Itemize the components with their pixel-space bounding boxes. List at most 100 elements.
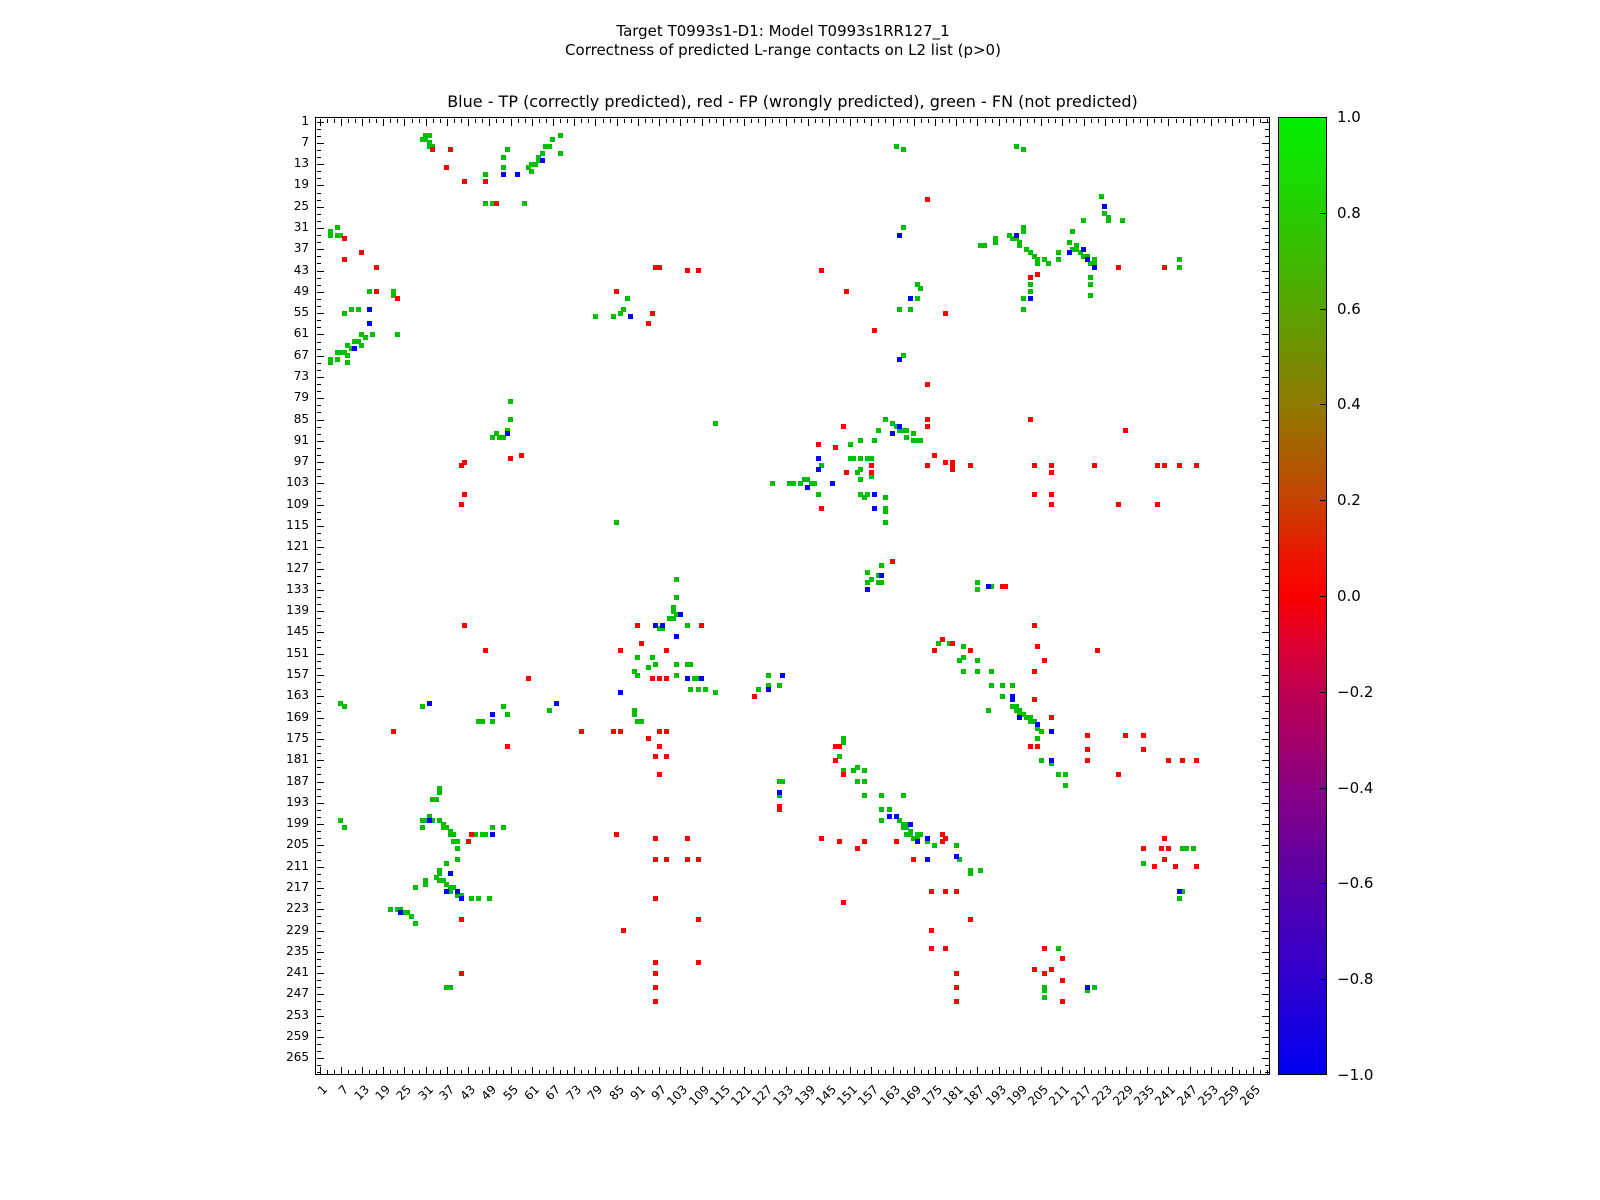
axis-tick xyxy=(1239,1070,1240,1074)
data-point xyxy=(657,744,662,749)
data-point xyxy=(816,456,821,461)
data-point xyxy=(879,818,884,823)
axis-tick xyxy=(317,327,321,328)
data-point xyxy=(961,644,966,649)
data-point xyxy=(688,662,693,667)
axis-tick xyxy=(317,739,324,740)
data-point xyxy=(522,201,527,206)
data-point xyxy=(925,382,930,387)
data-point xyxy=(1123,428,1128,433)
axis-tick xyxy=(1262,462,1269,463)
data-point xyxy=(879,793,884,798)
axis-tick xyxy=(317,228,324,229)
axis-tick xyxy=(317,703,321,704)
axis-tick xyxy=(1197,1070,1198,1074)
data-point xyxy=(1099,194,1104,199)
axis-tick xyxy=(1265,597,1269,598)
data-point xyxy=(816,492,821,497)
data-point xyxy=(954,889,959,894)
axis-tick xyxy=(595,1067,596,1074)
axis-tick xyxy=(482,1070,483,1074)
axis-tick xyxy=(1265,469,1269,470)
axis-tick xyxy=(317,462,324,463)
data-point xyxy=(841,424,846,429)
axis-tick xyxy=(1262,973,1269,974)
axis-tick xyxy=(317,959,321,960)
axis-tick xyxy=(390,119,391,123)
axis-tick xyxy=(878,119,879,123)
x-tick-label: 133 xyxy=(771,1083,796,1108)
colorbar-tick-label: −1.0 xyxy=(1337,1068,1397,1083)
axis-tick xyxy=(1133,1070,1134,1074)
data-point xyxy=(696,917,701,922)
axis-tick xyxy=(317,590,324,591)
axis-tick xyxy=(317,1023,321,1024)
axis-tick xyxy=(317,952,324,953)
axis-tick xyxy=(1232,119,1233,126)
axis-tick xyxy=(317,1037,324,1038)
axis-tick xyxy=(1265,498,1269,499)
axis-tick xyxy=(666,119,667,123)
colorbar-tick-label: −0.6 xyxy=(1337,876,1397,891)
data-point xyxy=(359,250,364,255)
data-point xyxy=(1021,229,1026,234)
data-point xyxy=(349,307,354,312)
axis-tick xyxy=(864,1070,865,1074)
axis-tick xyxy=(992,1070,993,1074)
axis-tick xyxy=(1262,803,1269,804)
axis-tick xyxy=(1262,1016,1269,1017)
axis-tick xyxy=(317,469,321,470)
axis-tick xyxy=(1218,1070,1219,1074)
axis-tick xyxy=(1176,1070,1177,1074)
data-point xyxy=(770,481,775,486)
axis-tick xyxy=(348,1070,349,1074)
data-point xyxy=(872,506,877,511)
axis-tick xyxy=(595,119,596,126)
axis-tick xyxy=(317,391,321,392)
axis-tick xyxy=(1265,732,1269,733)
axis-tick xyxy=(317,1044,321,1045)
axis-tick xyxy=(1006,119,1007,123)
data-point xyxy=(547,144,552,149)
y-tick-label: 259 xyxy=(269,1030,309,1042)
axis-tick xyxy=(317,562,321,563)
data-point xyxy=(876,580,881,585)
x-tick-label: 145 xyxy=(814,1083,839,1108)
data-point xyxy=(696,857,701,862)
axis-tick xyxy=(317,767,321,768)
data-point xyxy=(925,424,930,429)
data-point xyxy=(1088,293,1093,298)
axis-tick xyxy=(779,1070,780,1074)
data-point xyxy=(894,144,899,149)
data-point xyxy=(1088,275,1093,280)
data-point xyxy=(1085,733,1090,738)
data-point xyxy=(657,265,662,270)
axis-tick xyxy=(317,349,321,350)
axis-tick xyxy=(1265,342,1269,343)
axis-tick xyxy=(1262,611,1269,612)
axis-tick xyxy=(317,185,324,186)
axis-tick xyxy=(1262,526,1269,527)
axis-tick xyxy=(1262,547,1269,548)
colorbar-tick xyxy=(1320,979,1327,980)
data-point xyxy=(932,453,937,458)
axis-tick xyxy=(737,119,738,123)
axis-tick xyxy=(317,640,321,641)
data-point xyxy=(943,460,948,465)
data-point xyxy=(1095,648,1100,653)
x-tick-label: 157 xyxy=(856,1083,881,1108)
x-tick-label: 265 xyxy=(1238,1083,1263,1108)
data-point xyxy=(451,839,456,844)
axis-tick xyxy=(1055,1070,1056,1074)
axis-tick xyxy=(317,725,321,726)
x-tick-label: 151 xyxy=(835,1083,860,1108)
data-point xyxy=(699,623,704,628)
axis-tick xyxy=(864,119,865,123)
axis-tick xyxy=(1262,590,1269,591)
data-point xyxy=(1166,758,1171,763)
x-tick-label: 91 xyxy=(628,1083,647,1102)
data-point xyxy=(554,701,559,706)
x-tick-label: 175 xyxy=(920,1083,945,1108)
axis-tick xyxy=(836,1070,837,1074)
axis-tick xyxy=(1218,119,1219,123)
